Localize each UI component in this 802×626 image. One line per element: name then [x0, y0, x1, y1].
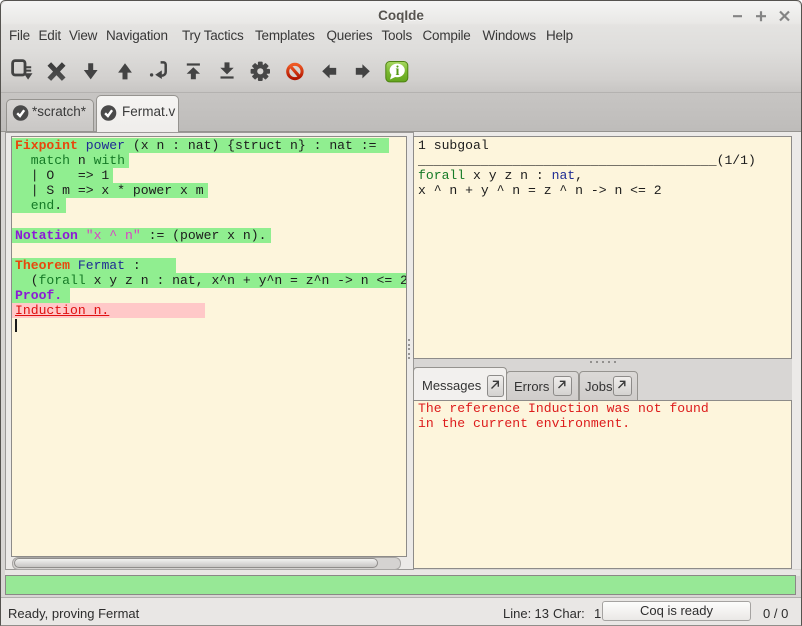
svg-text:i: i — [395, 64, 399, 79]
